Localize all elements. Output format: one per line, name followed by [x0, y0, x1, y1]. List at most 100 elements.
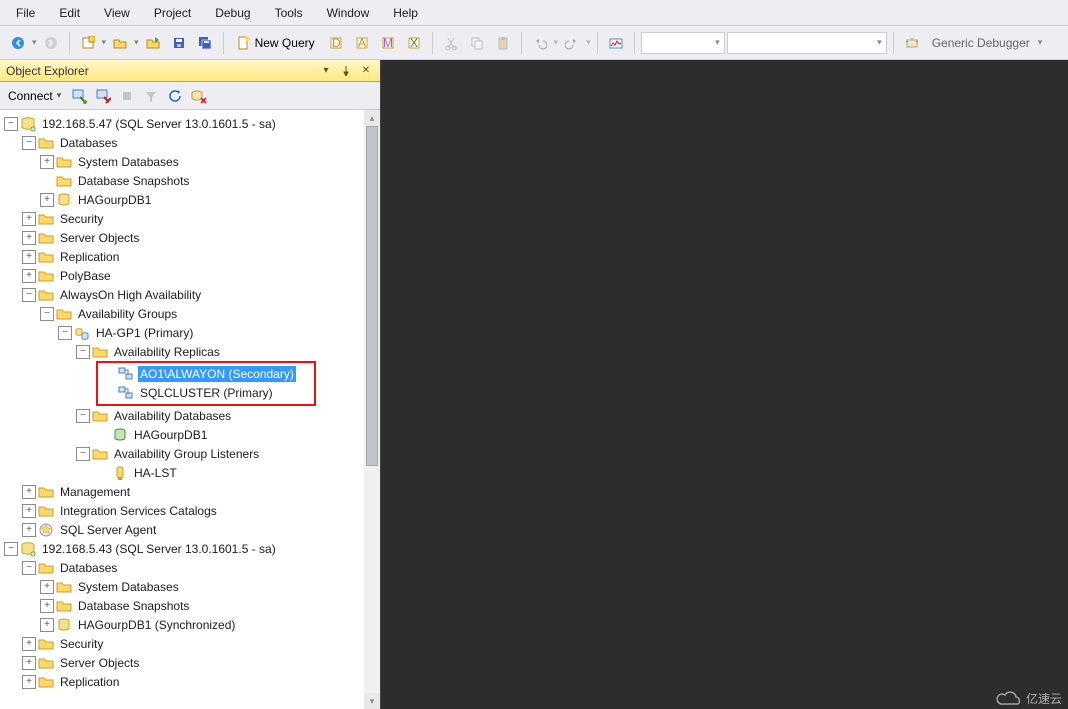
expand-icon[interactable]: +: [40, 155, 54, 169]
solution-combo[interactable]: [727, 32, 887, 54]
server-objects-node[interactable]: +Server Objects: [4, 653, 364, 672]
menu-tools[interactable]: Tools: [263, 2, 315, 24]
sql-agent-node[interactable]: +SQL Server Agent: [4, 520, 364, 539]
expand-icon[interactable]: +: [22, 656, 36, 670]
replication-node[interactable]: +Replication: [4, 672, 364, 691]
replication-node[interactable]: + Replication: [4, 247, 364, 266]
server-node[interactable]: −192.168.5.47 (SQL Server 13.0.1601.5 - …: [4, 114, 364, 133]
window-position-icon[interactable]: ▾: [318, 63, 334, 79]
menu-window[interactable]: Window: [315, 2, 382, 24]
menu-view[interactable]: View: [92, 2, 142, 24]
expand-icon[interactable]: +: [22, 504, 36, 518]
collapse-icon[interactable]: −: [22, 561, 36, 575]
svg-text:A: A: [358, 36, 366, 50]
menu-edit[interactable]: Edit: [47, 2, 92, 24]
collapse-icon[interactable]: −: [4, 542, 18, 556]
nav-back-button[interactable]: [6, 31, 30, 55]
de-query-button[interactable]: D: [324, 31, 348, 55]
expand-icon[interactable]: +: [22, 675, 36, 689]
delete-oe-icon[interactable]: [189, 86, 209, 106]
scroll-up-arrow[interactable]: ▴: [364, 110, 380, 126]
database-node[interactable]: +HAGourpDB1: [4, 190, 364, 209]
expand-icon[interactable]: +: [40, 193, 54, 207]
expand-icon[interactable]: +: [40, 618, 54, 632]
listener-item[interactable]: HA-LST: [4, 463, 364, 482]
menu-debug[interactable]: Debug: [203, 2, 262, 24]
tree-label: Replication: [58, 249, 121, 265]
alwayson-node[interactable]: −AlwaysOn High Availability: [4, 285, 364, 304]
replica-node-primary[interactable]: SQLCLUSTER (Primary): [100, 383, 312, 402]
close-icon[interactable]: ✕: [358, 63, 374, 79]
menu-help[interactable]: Help: [381, 2, 430, 24]
collapse-icon[interactable]: −: [4, 117, 18, 131]
xe-query-button[interactable]: X: [402, 31, 426, 55]
open-file-button[interactable]: [141, 31, 165, 55]
ag-listeners-node[interactable]: −Availability Group Listeners: [4, 444, 364, 463]
refresh-oe-icon[interactable]: [165, 86, 185, 106]
new-query-button[interactable]: New Query: [230, 31, 322, 55]
database-snapshots-node[interactable]: +Database Snapshots: [4, 596, 364, 615]
scroll-down-arrow[interactable]: ▾: [364, 693, 380, 709]
me-query-button[interactable]: M: [376, 31, 400, 55]
expand-icon[interactable]: +: [22, 485, 36, 499]
menu-project[interactable]: Project: [142, 2, 203, 24]
databases-node[interactable]: −Databases: [4, 133, 364, 152]
ae-query-button[interactable]: A: [350, 31, 374, 55]
save-button[interactable]: [167, 31, 191, 55]
pin-icon[interactable]: [338, 63, 354, 79]
collapse-icon[interactable]: −: [76, 409, 90, 423]
database-snapshots-node[interactable]: Database Snapshots: [4, 171, 364, 190]
polybase-node[interactable]: +PolyBase: [4, 266, 364, 285]
collapse-icon[interactable]: −: [76, 447, 90, 461]
replica-node-secondary[interactable]: AO1\ALWAYON (Secondary): [100, 364, 312, 383]
expand-icon[interactable]: +: [40, 599, 54, 613]
connect-button[interactable]: Connect: [4, 85, 65, 107]
integration-services-node[interactable]: +Integration Services Catalogs: [4, 501, 364, 520]
collapse-icon[interactable]: −: [76, 345, 90, 359]
availability-database-item[interactable]: HAGourpDB1: [4, 425, 364, 444]
open-button[interactable]: [108, 31, 132, 55]
folder-icon: [56, 154, 72, 170]
database-combo[interactable]: [641, 32, 725, 54]
databases-node[interactable]: −Databases: [4, 558, 364, 577]
system-databases-node[interactable]: +System Databases: [4, 152, 364, 171]
expand-icon[interactable]: +: [22, 231, 36, 245]
availability-groups-node[interactable]: −Availability Groups: [4, 304, 364, 323]
security-node[interactable]: +Security: [4, 634, 364, 653]
object-explorer-tree[interactable]: −192.168.5.47 (SQL Server 13.0.1601.5 - …: [0, 110, 364, 709]
collapse-icon[interactable]: −: [58, 326, 72, 340]
system-databases-node[interactable]: +System Databases: [4, 577, 364, 596]
connect-oe-icon[interactable]: [69, 86, 89, 106]
availability-replicas-node[interactable]: −Availability Replicas: [4, 342, 364, 361]
collapse-icon[interactable]: −: [40, 307, 54, 321]
new-project-button[interactable]: [76, 31, 100, 55]
save-all-button[interactable]: [193, 31, 217, 55]
expand-icon[interactable]: +: [22, 637, 36, 651]
expand-icon[interactable]: +: [22, 523, 36, 537]
server-node[interactable]: −192.168.5.43 (SQL Server 13.0.1601.5 - …: [4, 539, 364, 558]
expand-icon[interactable]: +: [22, 212, 36, 226]
debugger-icon[interactable]: [900, 31, 924, 55]
disconnect-oe-icon[interactable]: [93, 86, 113, 106]
security-node[interactable]: +Security: [4, 209, 364, 228]
collapse-icon[interactable]: −: [22, 136, 36, 150]
collapse-icon[interactable]: −: [22, 288, 36, 302]
chevron-down-icon: ▾: [554, 37, 559, 48]
tree-label: Server Objects: [58, 230, 141, 246]
expand-icon[interactable]: +: [22, 269, 36, 283]
server-objects-node[interactable]: + Server Objects: [4, 228, 364, 247]
scroll-track[interactable]: [364, 126, 380, 693]
availability-databases-node[interactable]: −Availability Databases: [4, 406, 364, 425]
vertical-scrollbar[interactable]: ▴ ▾: [364, 110, 380, 709]
generic-debugger-label: Generic Debugger: [926, 36, 1036, 50]
activity-monitor-button[interactable]: [604, 31, 628, 55]
object-explorer-titlebar[interactable]: Object Explorer ▾ ✕: [0, 60, 380, 82]
management-node[interactable]: +Management: [4, 482, 364, 501]
expand-icon[interactable]: +: [40, 580, 54, 594]
ha-gp1-node[interactable]: −HA-GP1 (Primary): [4, 323, 364, 342]
expand-icon[interactable]: +: [22, 250, 36, 264]
scroll-thumb[interactable]: [366, 126, 378, 466]
database-node[interactable]: +HAGourpDB1 (Synchronized): [4, 615, 364, 634]
menu-file[interactable]: File: [4, 2, 47, 24]
watermark: 亿速云: [996, 690, 1062, 707]
